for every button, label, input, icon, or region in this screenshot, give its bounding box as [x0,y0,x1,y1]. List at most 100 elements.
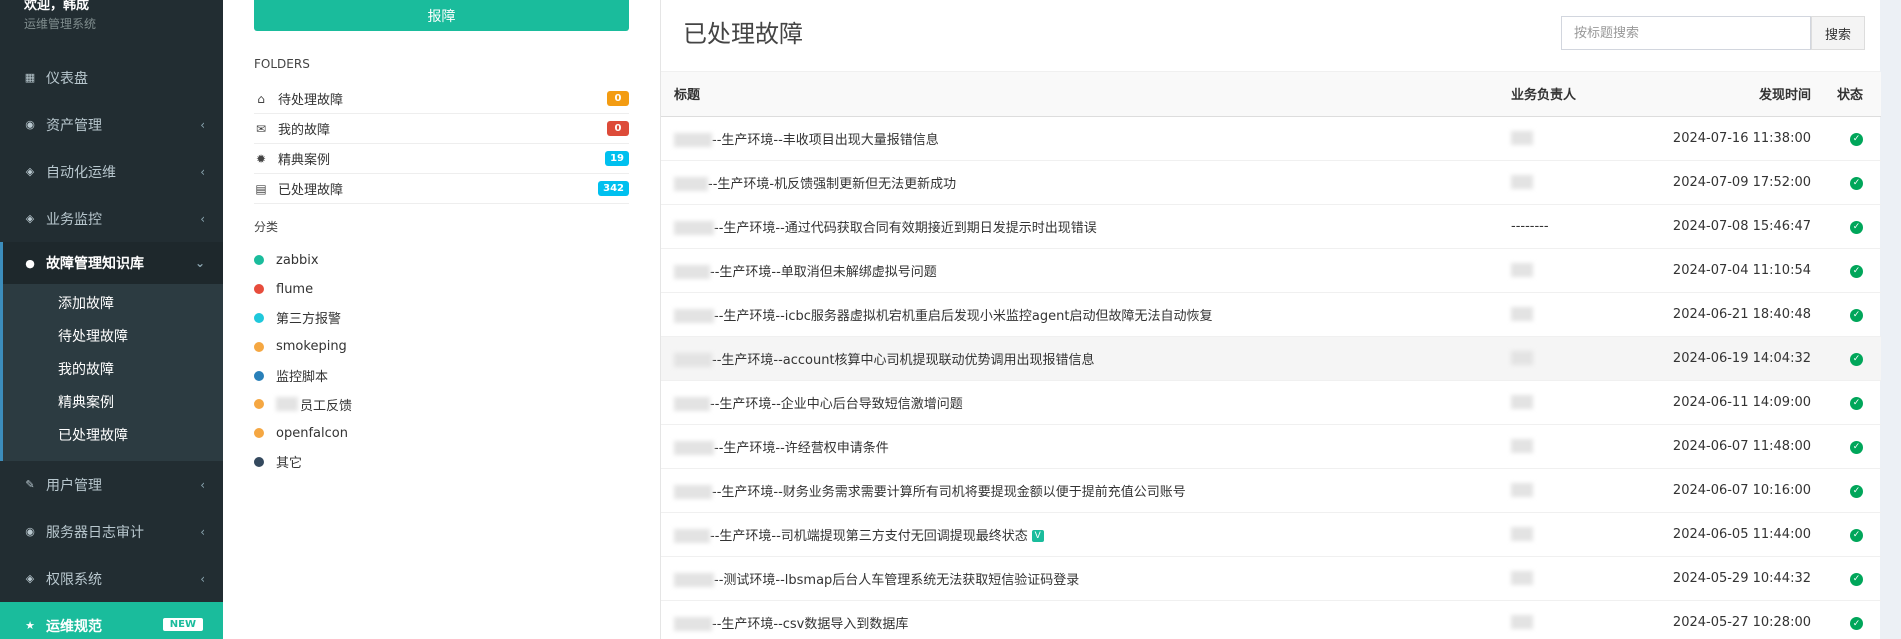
cube-icon: ◈ [25,572,35,585]
redacted-text [1511,439,1533,453]
categories-heading: 分类 [254,220,279,234]
table-row[interactable]: --生产环境--icbc服务器虚拟机宕机重启后发现小米监控agent启动但故障无… [661,291,1881,336]
column-status[interactable]: 状态 [1811,72,1881,117]
row-title-text[interactable]: --生产环境--司机端提现第三方支付无回调提现最终状态 [710,529,1028,544]
sidebar-item-ops-standards[interactable]: ★ 运维规范 NEW [0,602,223,639]
system-name: 运维管理系统 [24,17,97,31]
cell-title[interactable]: --生产环境--通过代码获取合同有效期接近到期日发提示时出现错误 [661,203,1511,248]
gear-icon: ✹ [255,151,267,166]
report-fault-button[interactable]: 报障 [254,0,629,31]
cell-status: ✓ [1811,599,1881,639]
chevron-left-icon: ‹ [200,571,205,586]
cube-icon: ◉ [25,118,35,131]
table-row[interactable]: --生产环境--司机端提现第三方支付无回调提现最终状态 V 2024-06-05 1… [661,511,1881,556]
table-row[interactable]: --生产环境--财务业务需求需要计算所有司机将要提现金额以便于提前充值公司账号 2… [661,467,1881,512]
user-panel: 欢迎，韩成 运维管理系统 [0,0,223,54]
cell-title[interactable]: --生产环境--account核算中心司机提现联动优势调用出现报错信息 [661,335,1511,380]
sidebar-item-label: 运维规范 [46,618,102,635]
submenu-add-fault[interactable]: 添加故障 [3,288,223,321]
table-row[interactable]: --生产环境--csv数据导入到数据库 2024-05-27 10:28:00 ✓ [661,599,1881,639]
cell-title[interactable]: --生产环境-机反馈强制更新但无法更新成功 [661,159,1511,204]
new-badge: NEW [162,618,203,631]
category-item[interactable]: 其它 [254,448,352,477]
cell-owner [1511,159,1661,204]
row-title-text[interactable]: --生产环境--单取消但未解绑虚拟号问题 [710,265,937,280]
folder-handled[interactable]: ▤ 已处理故障 342 [254,174,629,204]
cell-status: ✓ [1811,511,1881,556]
folder-classic[interactable]: ✹ 精典案例 19 [254,144,629,174]
row-title-text[interactable]: --生产环境--icbc服务器虚拟机宕机重启后发现小米监控agent启动但故障无… [714,309,1212,324]
table-row[interactable]: --测试环境--lbsmap后台人车管理系统无法获取短信验证码登录 2024-05… [661,555,1881,600]
faults-box: 已处理故障 搜索 标题 业务负责人 发现时间 状态 --生产环境--丰收项目出现… [660,0,1881,639]
cell-title[interactable]: --生产环境--单取消但未解绑虚拟号问题 [661,247,1511,292]
table-row[interactable]: --生产环境--许经营权申请条件 2024-06-07 11:48:00 ✓ [661,423,1881,468]
table-body: --生产环境--丰收项目出现大量报错信息 2024-07-16 11:38:00 ✓… [661,115,1881,639]
cell-owner [1511,291,1661,336]
chevron-left-icon: ‹ [200,164,205,179]
row-title-text[interactable]: --生产环境--丰收项目出现大量报错信息 [712,133,939,148]
submenu-pending-fault[interactable]: 待处理故障 [3,321,223,354]
category-item[interactable]: openfalcon [254,419,352,448]
cell-title[interactable]: --生产环境--csv数据导入到数据库 [661,599,1511,639]
cell-time: 2024-07-08 15:46:47 [1661,203,1811,248]
folder-mine[interactable]: ✉ 我的故障 0 [254,114,629,144]
table-row[interactable]: --生产环境--account核算中心司机提现联动优势调用出现报错信息 2024-… [661,335,1881,380]
table-row[interactable]: --生产环境--企业中心后台导致短信激增问题 2024-06-11 14:09:0… [661,379,1881,424]
sidebar-item-label: 故障管理知识库 [46,256,144,272]
category-item[interactable]: smokeping [254,332,352,361]
cell-title[interactable]: --生产环境--企业中心后台导致短信激增问题 [661,379,1511,424]
cell-title[interactable]: --生产环境--丰收项目出现大量报错信息 [661,115,1511,160]
row-title-text[interactable]: --生产环境--account核算中心司机提现联动优势调用出现报错信息 [712,353,1095,368]
sidebar-item-label: 服务器日志审计 [46,524,144,541]
category-item[interactable]: 第三方报警 [254,304,352,333]
cell-title[interactable]: --生产环境--财务业务需求需要计算所有司机将要提现金额以便于提前充值公司账号 [661,467,1511,512]
submenu-my-fault[interactable]: 我的故障 [3,354,223,387]
category-item[interactable]: 员工反馈 [254,390,352,419]
column-owner[interactable]: 业务负责人 [1511,72,1661,117]
table-row[interactable]: --生产环境--单取消但未解绑虚拟号问题 2024-07-04 11:10:54 ✓ [661,247,1881,292]
folder-list: ⌂ 待处理故障 0 ✉ 我的故障 0 ✹ 精典案例 19 ▤ 已处理故障 342 [254,84,629,204]
column-title[interactable]: 标题 [661,72,1511,117]
row-title-text[interactable]: --生产环境--csv数据导入到数据库 [712,617,908,632]
folder-pending[interactable]: ⌂ 待处理故障 0 [254,84,629,114]
column-time[interactable]: 发现时间 [1661,72,1811,117]
submenu-classic-cases[interactable]: 精典案例 [3,387,223,420]
table-row[interactable]: --生产环境--通过代码获取合同有效期接近到期日发提示时出现错误 --------… [661,203,1881,248]
sidebar-item-permissions[interactable]: ◈ 权限系统 ‹ [0,555,223,602]
category-item[interactable]: 监控脚本 [254,361,352,390]
cell-title[interactable]: --生产环境--icbc服务器虚拟机宕机重启后发现小米监控agent启动但故障无… [661,291,1511,336]
table-row[interactable]: --生产环境--丰收项目出现大量报错信息 2024-07-16 11:38:00 ✓ [661,115,1881,160]
row-title-text[interactable]: --生产环境--许经营权申请条件 [714,441,889,456]
sidebar-item-fault-kb[interactable]: ● 故障管理知识库 ⌄ 添加故障 待处理故障 我的故障 精典案例 已处理故障 [0,242,223,461]
sidebar-item-automation[interactable]: ◈ 自动化运维 ‹ [0,148,223,195]
cell-owner [1511,511,1661,556]
sidebar-item-monitoring[interactable]: ◈ 业务监控 ‹ [0,195,223,242]
circle-icon [254,428,264,439]
row-title-text[interactable]: --生产环境-机反馈强制更新但无法更新成功 [708,177,956,192]
sidebar-item-users[interactable]: ✎ 用户管理 ‹ [0,461,223,508]
row-title-text[interactable]: --测试环境--lbsmap后台人车管理系统无法获取短信验证码登录 [714,573,1079,588]
cell-title[interactable]: --测试环境--lbsmap后台人车管理系统无法获取短信验证码登录 [661,555,1511,600]
search-input[interactable] [1561,16,1811,50]
category-item[interactable]: flume [254,275,352,304]
sidebar: 欢迎，韩成 运维管理系统 ▦ 仪表盘 ◉ 资产管理 ‹ ◈ 自动化运维 ‹ ◈ 业务监控 ‹ … [0,0,223,639]
sidebar-item-dashboard[interactable]: ▦ 仪表盘 [0,54,223,101]
category-item[interactable]: zabbix [254,246,352,275]
submenu-handled-fault[interactable]: 已处理故障 [3,420,223,453]
sidebar-item-assets[interactable]: ◉ 资产管理 ‹ [0,101,223,148]
circle-icon [254,255,264,266]
search-button[interactable]: 搜索 [1811,16,1865,50]
cell-owner [1511,335,1661,380]
count-badge: 342 [598,181,629,196]
row-title-text[interactable]: --生产环境--财务业务需求需要计算所有司机将要提现金额以便于提前充值公司账号 [712,485,1186,500]
table-row[interactable]: --生产环境-机反馈强制更新但无法更新成功 2024-07-09 17:52:00… [661,159,1881,204]
cell-title[interactable]: --生产环境--许经营权申请条件 [661,423,1511,468]
sidebar-item-log-audit[interactable]: ◉ 服务器日志审计 ‹ [0,508,223,555]
redacted-text [674,573,714,587]
row-title-text[interactable]: --生产环境--企业中心后台导致短信激增问题 [710,397,963,412]
chevron-left-icon: ‹ [200,117,205,132]
row-title-text[interactable]: --生产环境--通过代码获取合同有效期接近到期日发提示时出现错误 [714,221,1097,236]
circle-icon [254,456,264,467]
cell-title[interactable]: --生产环境--司机端提现第三方支付无回调提现最终状态 V [661,511,1511,556]
redacted-text [1511,395,1533,409]
